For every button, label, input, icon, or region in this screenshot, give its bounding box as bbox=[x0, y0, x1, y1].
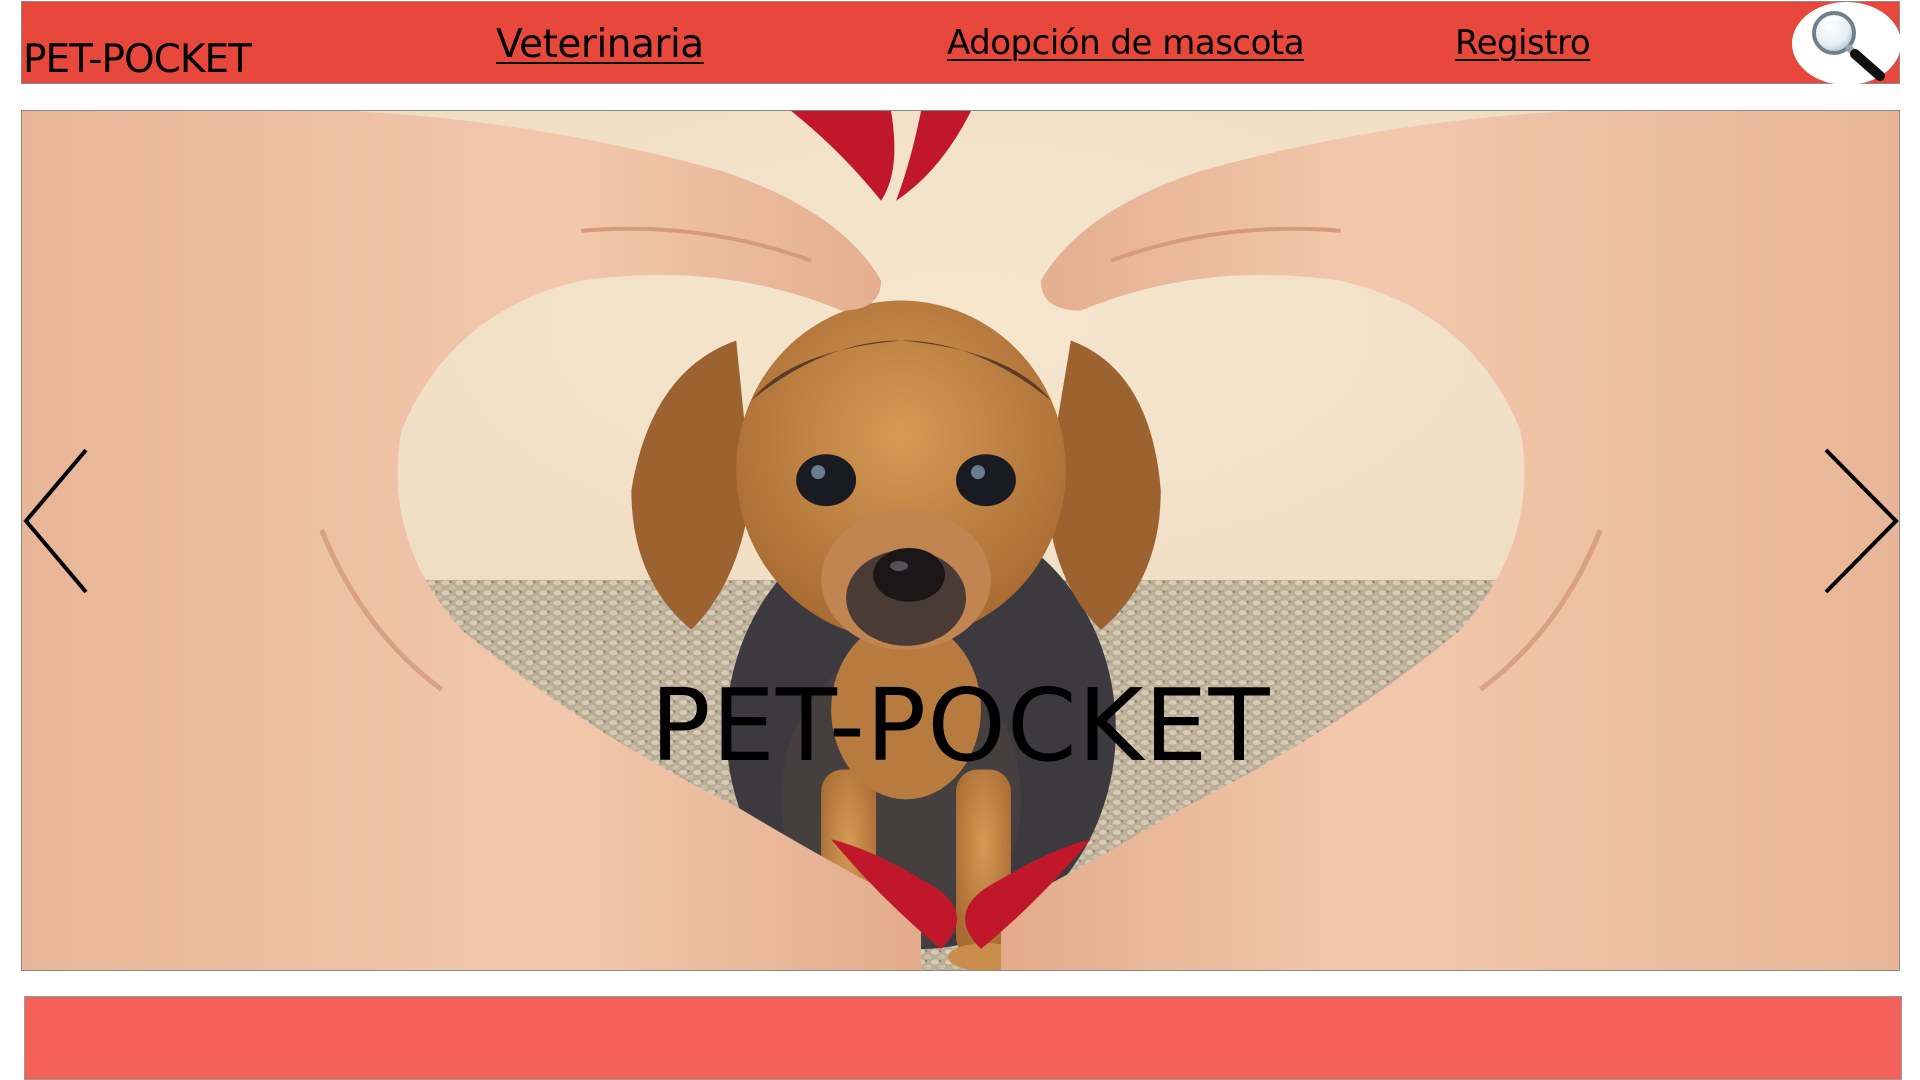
footer-bar bbox=[24, 996, 1902, 1080]
page: PET-POCKET Veterinaria Adopción de masco… bbox=[0, 0, 1920, 1080]
nav-link-adopcion[interactable]: Adopción de mascota bbox=[947, 22, 1305, 64]
chevron-right-icon bbox=[1824, 448, 1899, 594]
nav-link-veterinaria[interactable]: Veterinaria bbox=[496, 22, 704, 68]
search-button[interactable] bbox=[1792, 2, 1901, 85]
hero-carousel: PET-POCKET bbox=[21, 110, 1900, 971]
hero-title: PET-POCKET bbox=[650, 667, 1271, 784]
nav-link-registro[interactable]: Registro bbox=[1455, 22, 1591, 64]
carousel-prev-button[interactable] bbox=[22, 446, 92, 596]
brand-logo[interactable]: PET-POCKET bbox=[23, 38, 252, 82]
carousel-next-button[interactable] bbox=[1822, 446, 1899, 596]
hero-image bbox=[22, 111, 1899, 970]
chevron-left-icon bbox=[23, 448, 88, 594]
magnifying-glass-icon bbox=[1812, 11, 1885, 81]
header-nav-bar: PET-POCKET Veterinaria Adopción de masco… bbox=[21, 1, 1901, 85]
